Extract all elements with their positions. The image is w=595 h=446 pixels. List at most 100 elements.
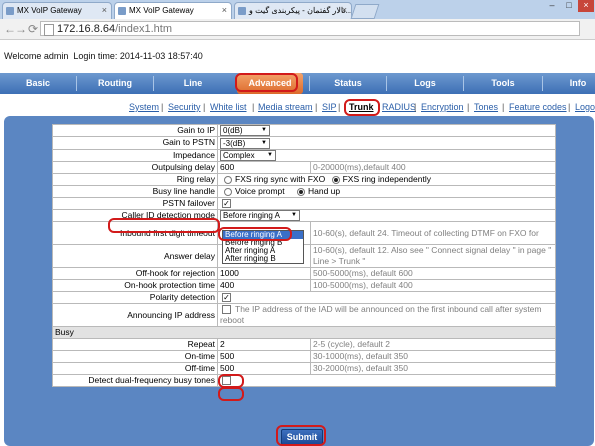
repeat-hint: 2-5 (cycle), default 2: [310, 338, 556, 351]
minimize-icon[interactable]: –: [544, 0, 560, 12]
busy-line-radio-voice[interactable]: [224, 187, 232, 196]
row-ring-relay: Ring relay FXS ring sync with FXO FXS ri…: [52, 172, 556, 186]
login-time: Login time: 2014-11-03 18:57:40: [73, 51, 203, 61]
polarity-label: Polarity detection: [52, 291, 218, 304]
address-bar: ← → ⟳ 172.16.8.64/index1.htm: [0, 19, 595, 40]
caller-id-option[interactable]: After ringing B: [223, 255, 303, 263]
chevron-down-icon: ▼: [261, 127, 267, 134]
row-busy-section: Busy: [52, 326, 556, 339]
gain-ip-label: Gain to IP: [52, 123, 218, 138]
gain-pstn-select[interactable]: -3(dB) ▼: [220, 137, 270, 148]
subnav-white-list[interactable]: White list: [210, 102, 247, 112]
nav-line[interactable]: Line: [154, 73, 232, 94]
main-nav: Basic Routing Line Advanced Status Logs …: [0, 73, 595, 94]
nav-status[interactable]: Status: [310, 73, 386, 94]
row-onhook: On-hook protection time 400 100-5000(ms)…: [52, 279, 556, 292]
ring-relay-radio-sync[interactable]: [224, 175, 232, 184]
announcing-label: Announcing IP address: [52, 303, 218, 327]
caller-id-dropdown-list: Before ringing A Before ringing B After …: [222, 230, 304, 264]
ontime-input[interactable]: 500: [217, 350, 311, 363]
inbound-digit-hint: 10-60(s), default 24. Timeout of collect…: [310, 221, 556, 245]
browser-tab-title: MX VoIP Gateway: [17, 6, 82, 15]
browser-tab-2[interactable]: MX VoIP Gateway ×: [114, 2, 232, 19]
answer-delay-hint: 10-60(s), default 12. Also see " Connect…: [310, 244, 556, 268]
close-tab-icon[interactable]: ×: [222, 3, 227, 18]
dual-freq-label: Detect dual-frequency busy tones: [52, 374, 218, 387]
offtime-input[interactable]: 500: [217, 362, 311, 375]
row-repeat: Repeat 2 2-5 (cycle), default 2: [52, 338, 556, 351]
row-gain-ip: Gain to IP 0(dB) ▼: [52, 123, 556, 138]
subnav-logo[interactable]: Logo: [575, 102, 595, 112]
browser-tab-title: تالار گفتمان - پیکربندی گیت و...: [249, 6, 352, 15]
onhook-input[interactable]: 400: [217, 279, 311, 292]
outpulsing-input[interactable]: 600: [217, 160, 311, 174]
browser-tab-1[interactable]: MX VoIP Gateway ×: [2, 2, 112, 19]
row-caller-id: Caller ID detection mode Before ringing …: [52, 208, 556, 223]
offhook-label: Off-hook for rejection: [52, 267, 218, 280]
impedance-select[interactable]: Complex ▼: [220, 150, 276, 161]
busy-line-label: Busy line handle: [52, 184, 218, 198]
impedance-label: Impedance: [52, 148, 218, 162]
dual-freq-checkbox[interactable]: [222, 376, 231, 386]
subnav-system[interactable]: System: [129, 102, 159, 112]
inbound-digit-label: Inbound first digit timeout: [52, 221, 218, 245]
offtime-label: Off-time: [52, 362, 218, 375]
ring-relay-radio-independent[interactable]: [331, 175, 340, 184]
busy-line-radio-hangup[interactable]: [297, 187, 305, 196]
nav-info[interactable]: Info: [543, 73, 595, 94]
nav-advanced[interactable]: Advanced: [237, 73, 303, 94]
row-inbound-digit: Inbound first digit timeout 10-60(s), de…: [52, 221, 556, 245]
row-polarity: Polarity detection ✓: [52, 291, 556, 304]
subnav-sip[interactable]: SIP: [322, 102, 337, 112]
maximize-icon[interactable]: □: [561, 0, 577, 12]
new-tab-button[interactable]: [350, 4, 380, 19]
ontime-hint: 30-1000(ms), default 350: [310, 350, 556, 363]
caller-id-label: Caller ID detection mode: [52, 208, 218, 223]
busy-section-header: Busy: [52, 326, 556, 339]
onhook-hint: 100-5000(ms), default 400: [310, 279, 556, 292]
sub-nav: System | Security | White list | Media s…: [0, 94, 595, 116]
announcing-checkbox[interactable]: [222, 305, 231, 315]
subnav-radius[interactable]: RADIUS: [382, 102, 416, 112]
offhook-input[interactable]: 1000: [217, 267, 311, 280]
subnav-tones[interactable]: Tones: [474, 102, 498, 112]
row-announcing: Announcing IP address The IP address of …: [52, 303, 556, 327]
reload-icon[interactable]: ⟳: [26, 22, 40, 36]
subnav-media-stream[interactable]: Media stream: [258, 102, 313, 112]
welcome-text: Welcome admin: [4, 51, 69, 61]
submit-button[interactable]: Submit: [281, 429, 323, 445]
pstn-failover-checkbox[interactable]: ✓: [222, 199, 231, 208]
nav-basic[interactable]: Basic: [0, 73, 76, 94]
favicon-icon: [6, 7, 14, 15]
chevron-down-icon: ▼: [267, 151, 273, 158]
row-ontime: On-time 500 30-1000(ms), default 350: [52, 350, 556, 363]
nav-logs[interactable]: Logs: [387, 73, 463, 94]
ring-relay-label: Ring relay: [52, 172, 218, 186]
nav-tools[interactable]: Tools: [464, 73, 542, 94]
outpulsing-label: Outpulsing delay: [52, 160, 218, 174]
row-dual-freq: Detect dual-frequency busy tones: [52, 374, 556, 387]
gain-ip-select[interactable]: 0(dB) ▼: [220, 125, 270, 136]
subnav-encryption[interactable]: Encryption: [421, 102, 464, 112]
close-window-icon[interactable]: ×: [578, 0, 594, 12]
row-outpulsing: Outpulsing delay 600 0-20000(ms),default…: [52, 160, 556, 174]
close-tab-icon[interactable]: ×: [342, 3, 347, 18]
caller-id-select[interactable]: Before ringing A ▼: [220, 210, 300, 221]
repeat-label: Repeat: [52, 338, 218, 351]
nav-routing[interactable]: Routing: [77, 73, 153, 94]
subnav-trunk[interactable]: Trunk: [349, 102, 374, 112]
url-field[interactable]: 172.16.8.64/index1.htm: [40, 21, 580, 36]
polarity-checkbox[interactable]: ✓: [222, 293, 231, 303]
row-gain-pstn: Gain to PSTN -3(dB) ▼: [52, 136, 556, 150]
close-tab-icon[interactable]: ×: [102, 3, 107, 18]
row-offhook: Off-hook for rejection 1000 500-5000(ms)…: [52, 267, 556, 280]
row-pstn-failover: PSTN failover ✓: [52, 196, 556, 210]
ontime-label: On-time: [52, 350, 218, 363]
subnav-security[interactable]: Security: [168, 102, 201, 112]
subnav-feature-codes[interactable]: Feature codes: [509, 102, 567, 112]
browser-tab-3[interactable]: تالار گفتمان - پیکربندی گیت و... ×: [234, 2, 352, 19]
repeat-input[interactable]: 2: [217, 338, 311, 351]
row-busy-line: Busy line handle Voice prompt Hand up: [52, 184, 556, 198]
gain-pstn-label: Gain to PSTN: [52, 136, 218, 150]
favicon-icon: [118, 7, 126, 15]
